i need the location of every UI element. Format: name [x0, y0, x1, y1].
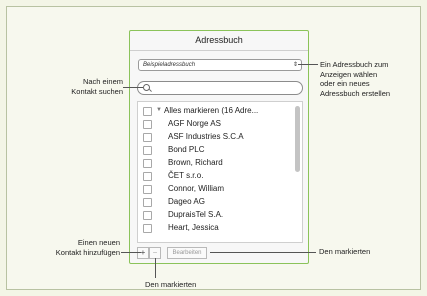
- annotation-edit: Den markierten: [319, 247, 371, 256]
- annotation-search: Nach einem Kontakt suchen: [60, 77, 123, 96]
- annotation-select-line3: oder ein neues: [320, 79, 370, 88]
- contact-name: Dageo AG: [168, 197, 205, 206]
- contact-name: AGF Norge AS: [168, 119, 221, 128]
- edit-contact-button[interactable]: Bearbeiten: [167, 247, 207, 259]
- select-arrows-icon: ⇕: [292, 62, 298, 68]
- contact-name: Heart, Jessica: [168, 223, 219, 232]
- contact-checkbox[interactable]: [143, 198, 152, 207]
- annotation-search-pointer: [123, 87, 143, 88]
- list-scrollbar[interactable]: [295, 106, 300, 172]
- disclosure-triangle-icon[interactable]: ▼: [156, 104, 162, 117]
- annotation-search-line2: Kontakt suchen: [71, 86, 123, 96]
- contact-checkbox[interactable]: [143, 211, 152, 220]
- addressbook-select-value: Beispieladressbuch: [143, 62, 196, 68]
- annotation-search-line1: Nach einem: [82, 77, 123, 86]
- title-divider: [130, 50, 308, 51]
- list-item[interactable]: Bond PLC: [138, 143, 294, 156]
- select-all-label: Alles markieren (16 Adre...: [164, 106, 259, 115]
- annotation-remove: Den markierten: [145, 280, 197, 289]
- addressbook-select[interactable]: Beispieladressbuch ⇕: [138, 59, 302, 71]
- annotation-select: Ein Adressbuch zum Anzeigen wählen oder …: [320, 60, 423, 98]
- contact-checkbox[interactable]: [143, 159, 152, 168]
- contact-name: DupraisTel S.A.: [168, 210, 224, 219]
- contact-name: ČET s.r.o.: [168, 171, 204, 180]
- list-footer: + − Bearbeiten: [137, 247, 303, 259]
- list-item[interactable]: ČET s.r.o.: [138, 169, 294, 182]
- add-contact-button[interactable]: +: [137, 247, 149, 259]
- list-item[interactable]: Connor, William: [138, 182, 294, 195]
- contact-checkbox[interactable]: [143, 146, 152, 155]
- list-item[interactable]: Dageo AG: [138, 195, 294, 208]
- list-item[interactable]: DupraisTel S.A.: [138, 208, 294, 221]
- contact-search-input[interactable]: [137, 81, 303, 95]
- annotation-select-pointer: [298, 64, 318, 65]
- annotation-remove-pointer: [155, 258, 156, 278]
- contact-checkbox[interactable]: [143, 120, 152, 129]
- list-item[interactable]: AGF Norge AS: [138, 117, 294, 130]
- contact-name: Bond PLC: [168, 145, 205, 154]
- list-item-select-all[interactable]: ▼ Alles markieren (16 Adre...: [138, 104, 294, 117]
- select-all-checkbox[interactable]: [143, 107, 152, 116]
- annotation-select-line4: Adressbuch erstellen: [320, 88, 391, 98]
- contact-name: ASF Industries S.C.A: [168, 132, 244, 141]
- addressbook-panel: Adressbuch Beispieladressbuch ⇕ ▼ Alles …: [129, 30, 309, 264]
- list-item[interactable]: ASF Industries S.C.A: [138, 130, 294, 143]
- list-item[interactable]: Brown, Richard: [138, 156, 294, 169]
- list-item[interactable]: Heart, Jessica: [138, 221, 294, 234]
- annotation-add-line2: Kontakt hinzufügen: [55, 247, 120, 257]
- contact-name: Connor, William: [168, 184, 225, 193]
- contact-list[interactable]: ▼ Alles markieren (16 Adre... AGF Norge …: [137, 101, 303, 243]
- annotation-select-line1: Ein Adressbuch zum: [320, 60, 389, 69]
- annotation-add-line1: Einen neuen: [77, 238, 120, 247]
- annotation-add-pointer: [121, 252, 141, 253]
- annotation-edit-pointer: [210, 252, 316, 253]
- annotation-add: Einen neuen Kontakt hinzufügen: [20, 238, 120, 257]
- panel-title: Adressbuch: [195, 35, 243, 45]
- contact-checkbox[interactable]: [143, 224, 152, 233]
- contact-checkbox[interactable]: [143, 133, 152, 142]
- search-icon: [143, 84, 150, 91]
- annotation-select-line2: Anzeigen wählen: [320, 69, 378, 79]
- contact-checkbox[interactable]: [143, 185, 152, 194]
- contact-name: Brown, Richard: [168, 158, 223, 167]
- contact-checkbox[interactable]: [143, 172, 152, 181]
